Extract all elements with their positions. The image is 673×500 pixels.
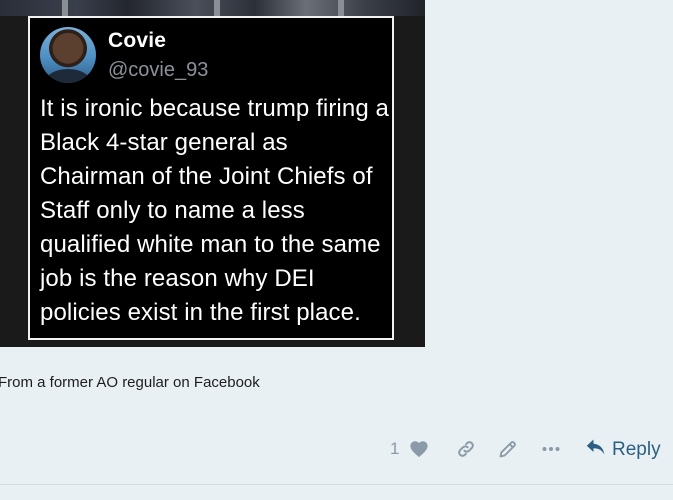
heart-icon[interactable] [406, 436, 432, 462]
reply-arrow-icon [586, 438, 606, 462]
tweet-text: It is ironic because trump firing a Blac… [40, 95, 389, 326]
post-area: Covie @covie_93 It is ironic because tru… [0, 0, 673, 500]
post-actions: 1 Reply [0, 436, 673, 464]
reply-label: Reply [612, 439, 661, 460]
link-icon[interactable] [453, 436, 479, 462]
avatar [40, 27, 96, 83]
reply-button[interactable]: Reply [586, 436, 661, 464]
post-divider [0, 484, 673, 485]
like-count[interactable]: 1 [390, 439, 399, 459]
post-caption: From a former AO regular on Facebook [0, 374, 260, 391]
cropped-photo-strip [0, 0, 425, 16]
embedded-screenshot-image[interactable]: Covie @covie_93 It is ironic because tru… [0, 0, 425, 347]
tweet-author-name: Covie [108, 29, 167, 52]
pencil-icon[interactable] [495, 436, 521, 462]
tweet-author-handle: @covie_93 [108, 59, 209, 81]
tweet-card: Covie @covie_93 It is ironic because tru… [28, 16, 394, 340]
more-icon[interactable] [538, 436, 564, 462]
